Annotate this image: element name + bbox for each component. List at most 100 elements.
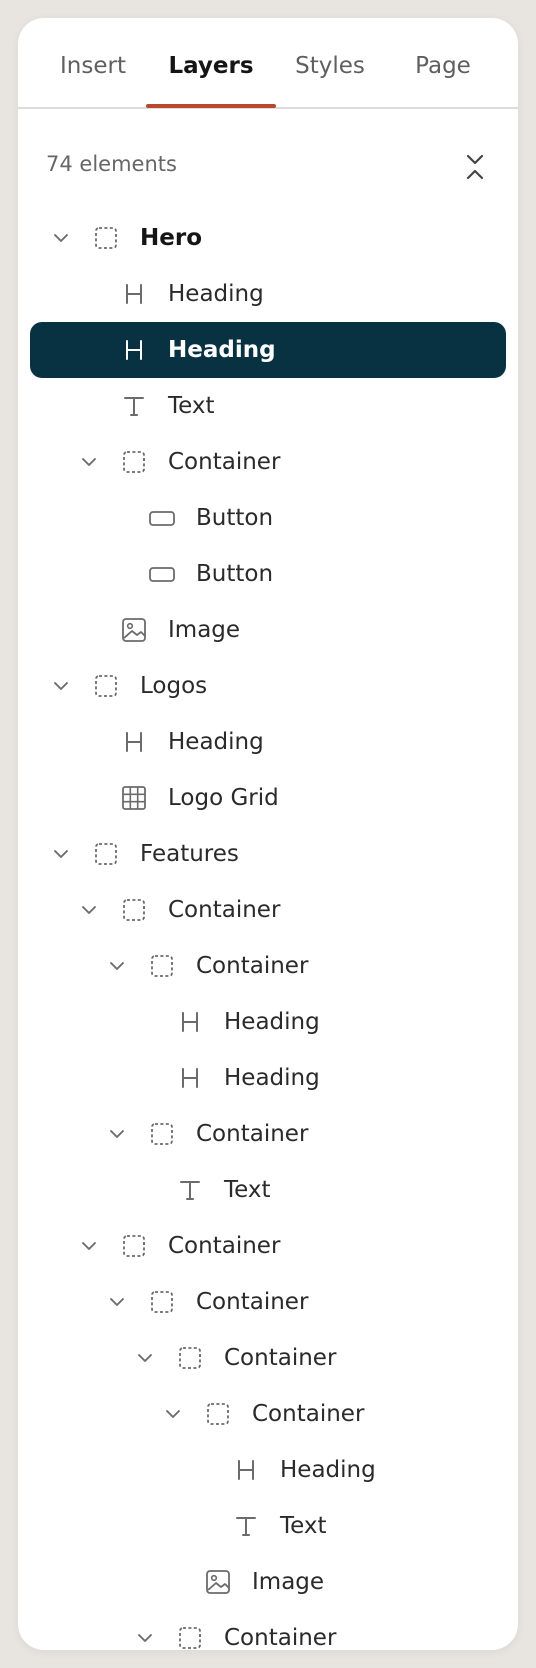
layer-label: Text <box>280 1513 327 1539</box>
collapse-all-button[interactable] <box>458 150 492 184</box>
chevron-down-icon[interactable] <box>134 1347 156 1369</box>
image-icon <box>120 616 148 644</box>
layer-row[interactable]: Container <box>30 1610 506 1650</box>
layer-label: Heading <box>280 1457 376 1483</box>
layer-label: Container <box>252 1401 365 1427</box>
dashed-square-icon <box>148 1288 176 1316</box>
dashed-square-icon <box>92 672 120 700</box>
layer-row[interactable]: Container <box>30 1218 506 1274</box>
layer-row[interactable]: Logos <box>30 658 506 714</box>
layer-row[interactable]: Container <box>30 1106 506 1162</box>
layer-row[interactable]: Container <box>30 1386 506 1442</box>
dashed-square-icon <box>176 1344 204 1372</box>
layer-row[interactable]: Text <box>30 1162 506 1218</box>
text-t-icon <box>120 392 148 420</box>
layer-row[interactable]: Container <box>30 1330 506 1386</box>
dashed-square-icon <box>120 448 148 476</box>
layer-label: Heading <box>168 281 264 307</box>
layer-label: Container <box>196 953 309 979</box>
dashed-square-icon <box>148 952 176 980</box>
dashed-square-icon <box>176 1624 204 1650</box>
button-rect-icon <box>148 504 176 532</box>
layer-label: Logos <box>140 673 208 699</box>
chevron-down-icon[interactable] <box>50 843 72 865</box>
layer-label: Features <box>140 841 239 867</box>
heading-h-icon <box>176 1064 204 1092</box>
layer-row[interactable]: Container <box>30 1274 506 1330</box>
text-t-icon <box>232 1512 260 1540</box>
layer-label: Text <box>224 1177 271 1203</box>
layer-label: Heading <box>224 1065 320 1091</box>
layer-label: Container <box>168 1233 281 1259</box>
layer-label: Button <box>196 505 274 531</box>
tab-layers[interactable]: Layers <box>146 46 276 86</box>
layer-row[interactable]: Features <box>30 826 506 882</box>
layer-row-selected[interactable]: Heading <box>30 322 506 378</box>
layer-label: Logo Grid <box>168 785 279 811</box>
dashed-square-icon <box>120 896 148 924</box>
button-rect-icon <box>148 560 176 588</box>
layer-row[interactable]: Image <box>30 1554 506 1610</box>
layer-row[interactable]: Button <box>30 546 506 602</box>
chevron-down-icon[interactable] <box>78 899 100 921</box>
layer-label: Heading <box>168 337 276 363</box>
tab-page[interactable]: Page <box>388 46 498 86</box>
text-t-icon <box>176 1176 204 1204</box>
layer-label: Image <box>252 1569 325 1595</box>
layer-row[interactable]: Container <box>30 434 506 490</box>
dashed-square-icon <box>120 1232 148 1260</box>
chevron-down-icon[interactable] <box>134 1627 156 1649</box>
dashed-square-icon <box>204 1400 232 1428</box>
dashed-square-icon <box>148 1120 176 1148</box>
layer-label: Container <box>196 1289 309 1315</box>
layer-row[interactable]: Text <box>30 1498 506 1554</box>
panel-tabs: Insert Layers Styles Page <box>18 18 518 109</box>
layers-panel: Insert Layers Styles Page 74 elements He… <box>18 18 518 1650</box>
chevron-down-icon[interactable] <box>50 227 72 249</box>
chevron-down-icon[interactable] <box>106 1291 128 1313</box>
layer-label: Button <box>196 561 274 587</box>
layer-row[interactable]: Container <box>30 882 506 938</box>
layer-row[interactable]: Text <box>30 378 506 434</box>
tab-styles[interactable]: Styles <box>270 46 390 86</box>
layer-row[interactable]: Hero <box>30 210 506 266</box>
layer-label: Container <box>224 1345 337 1371</box>
layer-row[interactable]: Heading <box>30 1442 506 1498</box>
layer-row[interactable]: Heading <box>30 1050 506 1106</box>
element-count: 74 elements <box>46 152 177 176</box>
layer-label: Heading <box>168 729 264 755</box>
layer-label: Image <box>168 617 241 643</box>
layer-row[interactable]: Image <box>30 602 506 658</box>
layer-label: Text <box>168 393 215 419</box>
layer-label: Container <box>196 1121 309 1147</box>
layer-row[interactable]: Container <box>30 938 506 994</box>
layer-label: Heading <box>224 1009 320 1035</box>
dashed-square-icon <box>92 840 120 868</box>
layers-header: 74 elements <box>18 138 518 194</box>
layer-row[interactable]: Heading <box>30 714 506 770</box>
heading-h-icon <box>120 336 148 364</box>
chevron-down-icon[interactable] <box>78 451 100 473</box>
chevron-down-icon[interactable] <box>106 955 128 977</box>
heading-h-icon <box>176 1008 204 1036</box>
image-icon <box>204 1568 232 1596</box>
layer-row[interactable]: Logo Grid <box>30 770 506 826</box>
layer-label: Container <box>168 449 281 475</box>
chevron-down-icon[interactable] <box>162 1403 184 1425</box>
active-tab-indicator <box>146 104 276 108</box>
heading-h-icon <box>120 728 148 756</box>
layer-row[interactable]: Button <box>30 490 506 546</box>
layer-row[interactable]: Heading <box>30 994 506 1050</box>
heading-h-icon <box>232 1456 260 1484</box>
chevron-down-icon[interactable] <box>50 675 72 697</box>
layer-row[interactable]: Heading <box>30 266 506 322</box>
layer-label: Container <box>224 1625 337 1650</box>
layer-label: Container <box>168 897 281 923</box>
tab-insert[interactable]: Insert <box>38 46 148 86</box>
dashed-square-icon <box>92 224 120 252</box>
heading-h-icon <box>120 280 148 308</box>
grid-icon <box>120 784 148 812</box>
collapse-all-icon <box>466 154 484 180</box>
chevron-down-icon[interactable] <box>106 1123 128 1145</box>
chevron-down-icon[interactable] <box>78 1235 100 1257</box>
